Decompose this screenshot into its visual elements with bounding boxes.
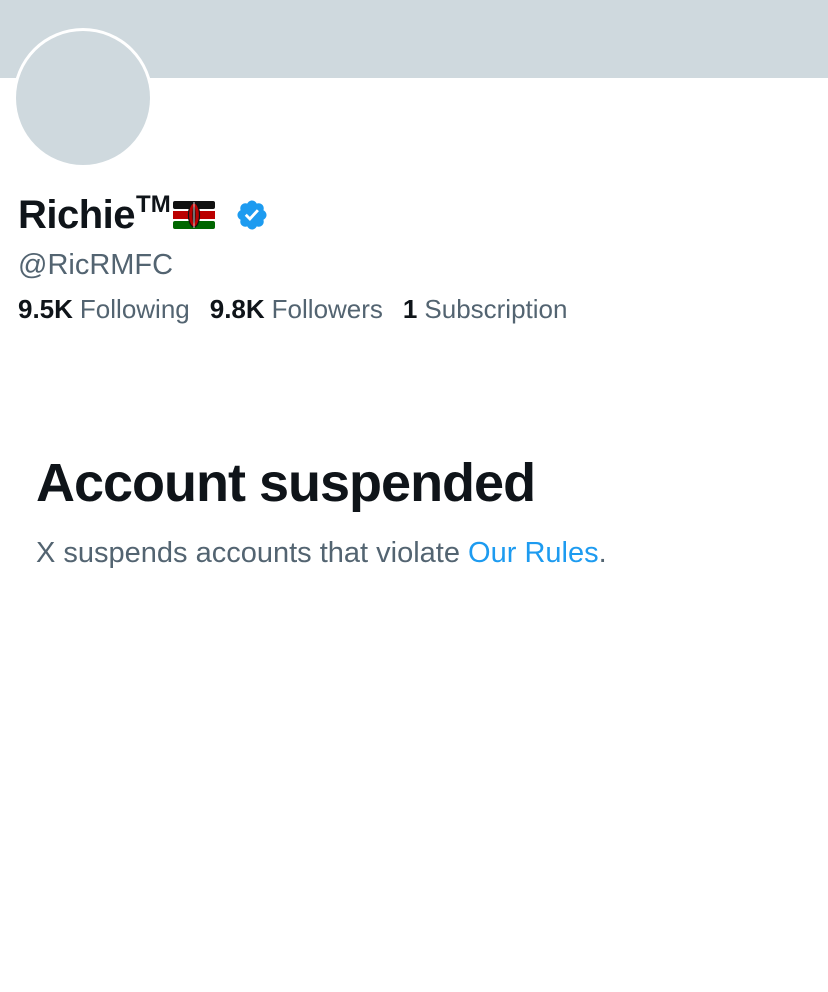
subscription-count: 1 [402,294,418,324]
display-name: Richie [18,193,136,237]
profile-handle: @RicRMFC [18,249,174,281]
followers-count: 9.8K [209,294,265,324]
avatar[interactable] [13,28,153,168]
suspended-message: X suspends accounts that violate Our Rul… [36,534,607,572]
subscription-label: Subscription [424,294,568,324]
avatar-placeholder [16,31,150,165]
profile-page: Richie TM @RicRMFC 9.5K Following 9.8K F… [0,0,828,992]
verified-badge-icon[interactable] [235,198,269,232]
trademark-symbol: TM [136,191,171,218]
followers-label: Followers [271,294,383,324]
suspended-message-period: . [598,537,607,569]
followers-stat[interactable]: 9.8K Followers [210,292,383,326]
suspended-message-text: X suspends accounts that violate [36,537,469,569]
profile-name-row: Richie TM [18,190,269,240]
following-label: Following [79,294,190,324]
subscription-stat[interactable]: 1 Subscription [403,292,568,326]
following-count: 9.5K [18,294,73,324]
following-stat[interactable]: 9.5K Following [18,292,190,326]
suspended-title: Account suspended [36,453,536,513]
our-rules-link[interactable]: Our Rules [468,537,599,569]
kenya-flag-icon [172,201,215,229]
profile-stats: 9.5K Following 9.8K Followers 1 Subscrip… [18,292,587,326]
